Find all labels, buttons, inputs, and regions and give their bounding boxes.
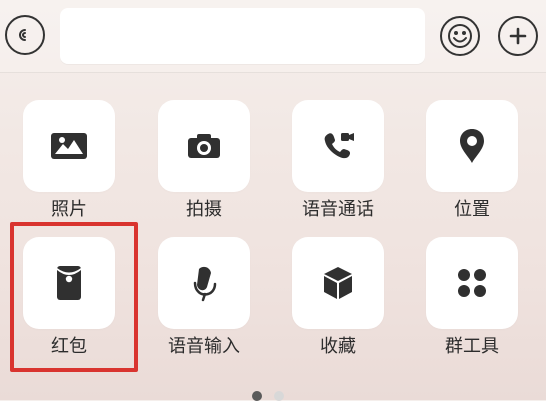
group-tools-icon [455, 266, 489, 300]
emoji-icon [447, 23, 473, 49]
voice-icon [16, 26, 34, 44]
chat-input-bar [0, 0, 546, 72]
page-indicator [252, 391, 294, 401]
tool-favorite[interactable]: 收藏 [292, 237, 384, 357]
tool-label: 照片 [51, 199, 87, 220]
tool-label: 位置 [454, 199, 490, 220]
voice-call-tile[interactable] [292, 100, 384, 192]
location-tile[interactable] [426, 100, 518, 192]
tool-label: 拍摄 [186, 199, 222, 220]
tool-label: 收藏 [320, 336, 356, 357]
tool-voice-input[interactable]: 语音输入 [158, 237, 250, 357]
emoji-button[interactable] [440, 16, 480, 56]
plus-icon [506, 24, 530, 48]
voice-input-tile[interactable] [158, 237, 250, 329]
tool-camera[interactable]: 拍摄 [158, 100, 250, 220]
tool-group-tools[interactable]: 群工具 [426, 237, 518, 357]
tool-voice-call[interactable]: 语音通话 [292, 100, 384, 220]
voice-call-icon [318, 126, 358, 166]
favorite-tile[interactable] [292, 237, 384, 329]
camera-icon [184, 130, 224, 162]
photo-tile[interactable] [23, 100, 115, 192]
camera-tile[interactable] [158, 100, 250, 192]
top-divider [0, 72, 546, 73]
tool-label: 语音输入 [168, 336, 240, 357]
group-tools-tile[interactable] [426, 237, 518, 329]
red-envelope-icon [54, 263, 84, 303]
tool-red-envelope[interactable]: 红包 [23, 237, 115, 357]
microphone-icon [187, 263, 221, 303]
photo-icon [50, 130, 88, 162]
voice-button[interactable] [5, 15, 45, 55]
tool-label: 群工具 [445, 336, 499, 357]
red-envelope-tile[interactable] [23, 237, 115, 329]
location-icon [457, 127, 487, 165]
message-input[interactable] [60, 8, 425, 64]
tool-location[interactable]: 位置 [426, 100, 518, 220]
favorite-icon [319, 264, 357, 302]
plus-button[interactable] [498, 16, 538, 56]
tool-photo[interactable]: 照片 [23, 100, 115, 220]
tool-label: 语音通话 [302, 199, 374, 220]
tool-label: 红包 [51, 336, 87, 357]
